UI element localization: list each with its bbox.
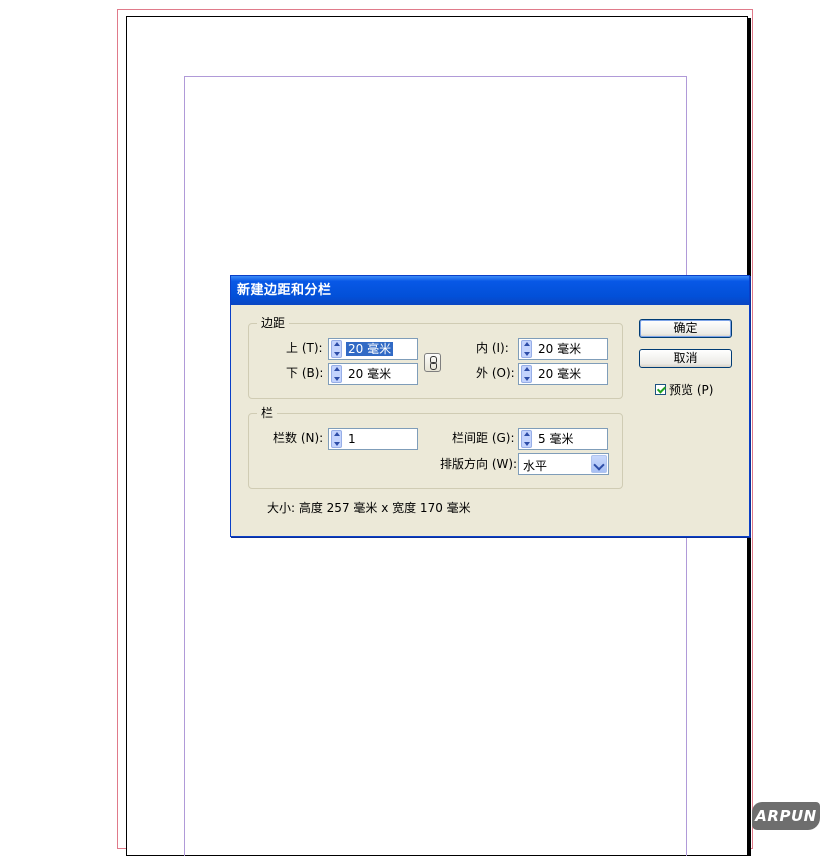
gutter-label: 栏间距 (G):	[452, 431, 515, 445]
top-margin-value: 20 毫米	[346, 342, 394, 356]
ok-button[interactable]: 确定	[639, 319, 732, 338]
top-margin-field[interactable]: 20 毫米	[328, 338, 418, 360]
preview-label: 预览 (P)	[669, 382, 714, 397]
spin-arrows-icon[interactable]	[331, 430, 342, 448]
checkmark-icon[interactable]	[655, 383, 666, 395]
column-count-value: 1	[348, 432, 356, 446]
bottom-margin-value: 20 毫米	[348, 367, 392, 381]
column-count-field[interactable]: 1	[328, 428, 418, 450]
spin-arrows-icon[interactable]	[521, 430, 532, 448]
inside-label: 内 (I):	[476, 341, 509, 355]
columns-group: 栏	[248, 405, 623, 489]
size-readout: 大小: 高度 257 毫米 x 宽度 170 毫米	[267, 501, 471, 515]
cancel-button[interactable]: 取消	[639, 349, 732, 368]
spin-arrows-icon[interactable]	[331, 365, 342, 383]
margins-group-title: 边距	[257, 315, 290, 331]
spin-arrows-icon[interactable]	[521, 365, 532, 383]
inside-margin-value: 20 毫米	[538, 342, 582, 356]
watermark-logo: ARPUN	[752, 802, 820, 830]
top-label: 上 (T):	[286, 341, 323, 355]
direction-value: 水平	[523, 459, 548, 473]
inside-margin-field[interactable]: 20 毫米	[518, 338, 608, 360]
bottom-label: 下 (B):	[286, 366, 324, 380]
spin-arrows-icon[interactable]	[331, 340, 342, 358]
dialog-title[interactable]: 新建边距和分栏	[231, 276, 749, 305]
outside-margin-field[interactable]: 20 毫米	[518, 363, 608, 385]
outside-label: 外 (O):	[476, 366, 515, 380]
direction-label: 排版方向 (W):	[440, 457, 518, 471]
columns-group-title: 栏	[257, 405, 278, 421]
gutter-value: 5 毫米	[538, 432, 574, 446]
chain-link-icon[interactable]	[424, 353, 441, 372]
new-margins-columns-dialog: 新建边距和分栏	[230, 275, 750, 537]
outside-margin-value: 20 毫米	[538, 367, 582, 381]
preview-checkbox[interactable]: 预览 (P)	[655, 382, 714, 397]
dropdown-arrow-icon[interactable]	[591, 455, 607, 473]
gutter-field[interactable]: 5 毫米	[518, 428, 608, 450]
column-count-label: 栏数 (N):	[273, 431, 324, 445]
bottom-margin-field[interactable]: 20 毫米	[328, 363, 418, 385]
direction-select[interactable]: 水平	[518, 453, 609, 475]
spin-arrows-icon[interactable]	[521, 340, 532, 358]
